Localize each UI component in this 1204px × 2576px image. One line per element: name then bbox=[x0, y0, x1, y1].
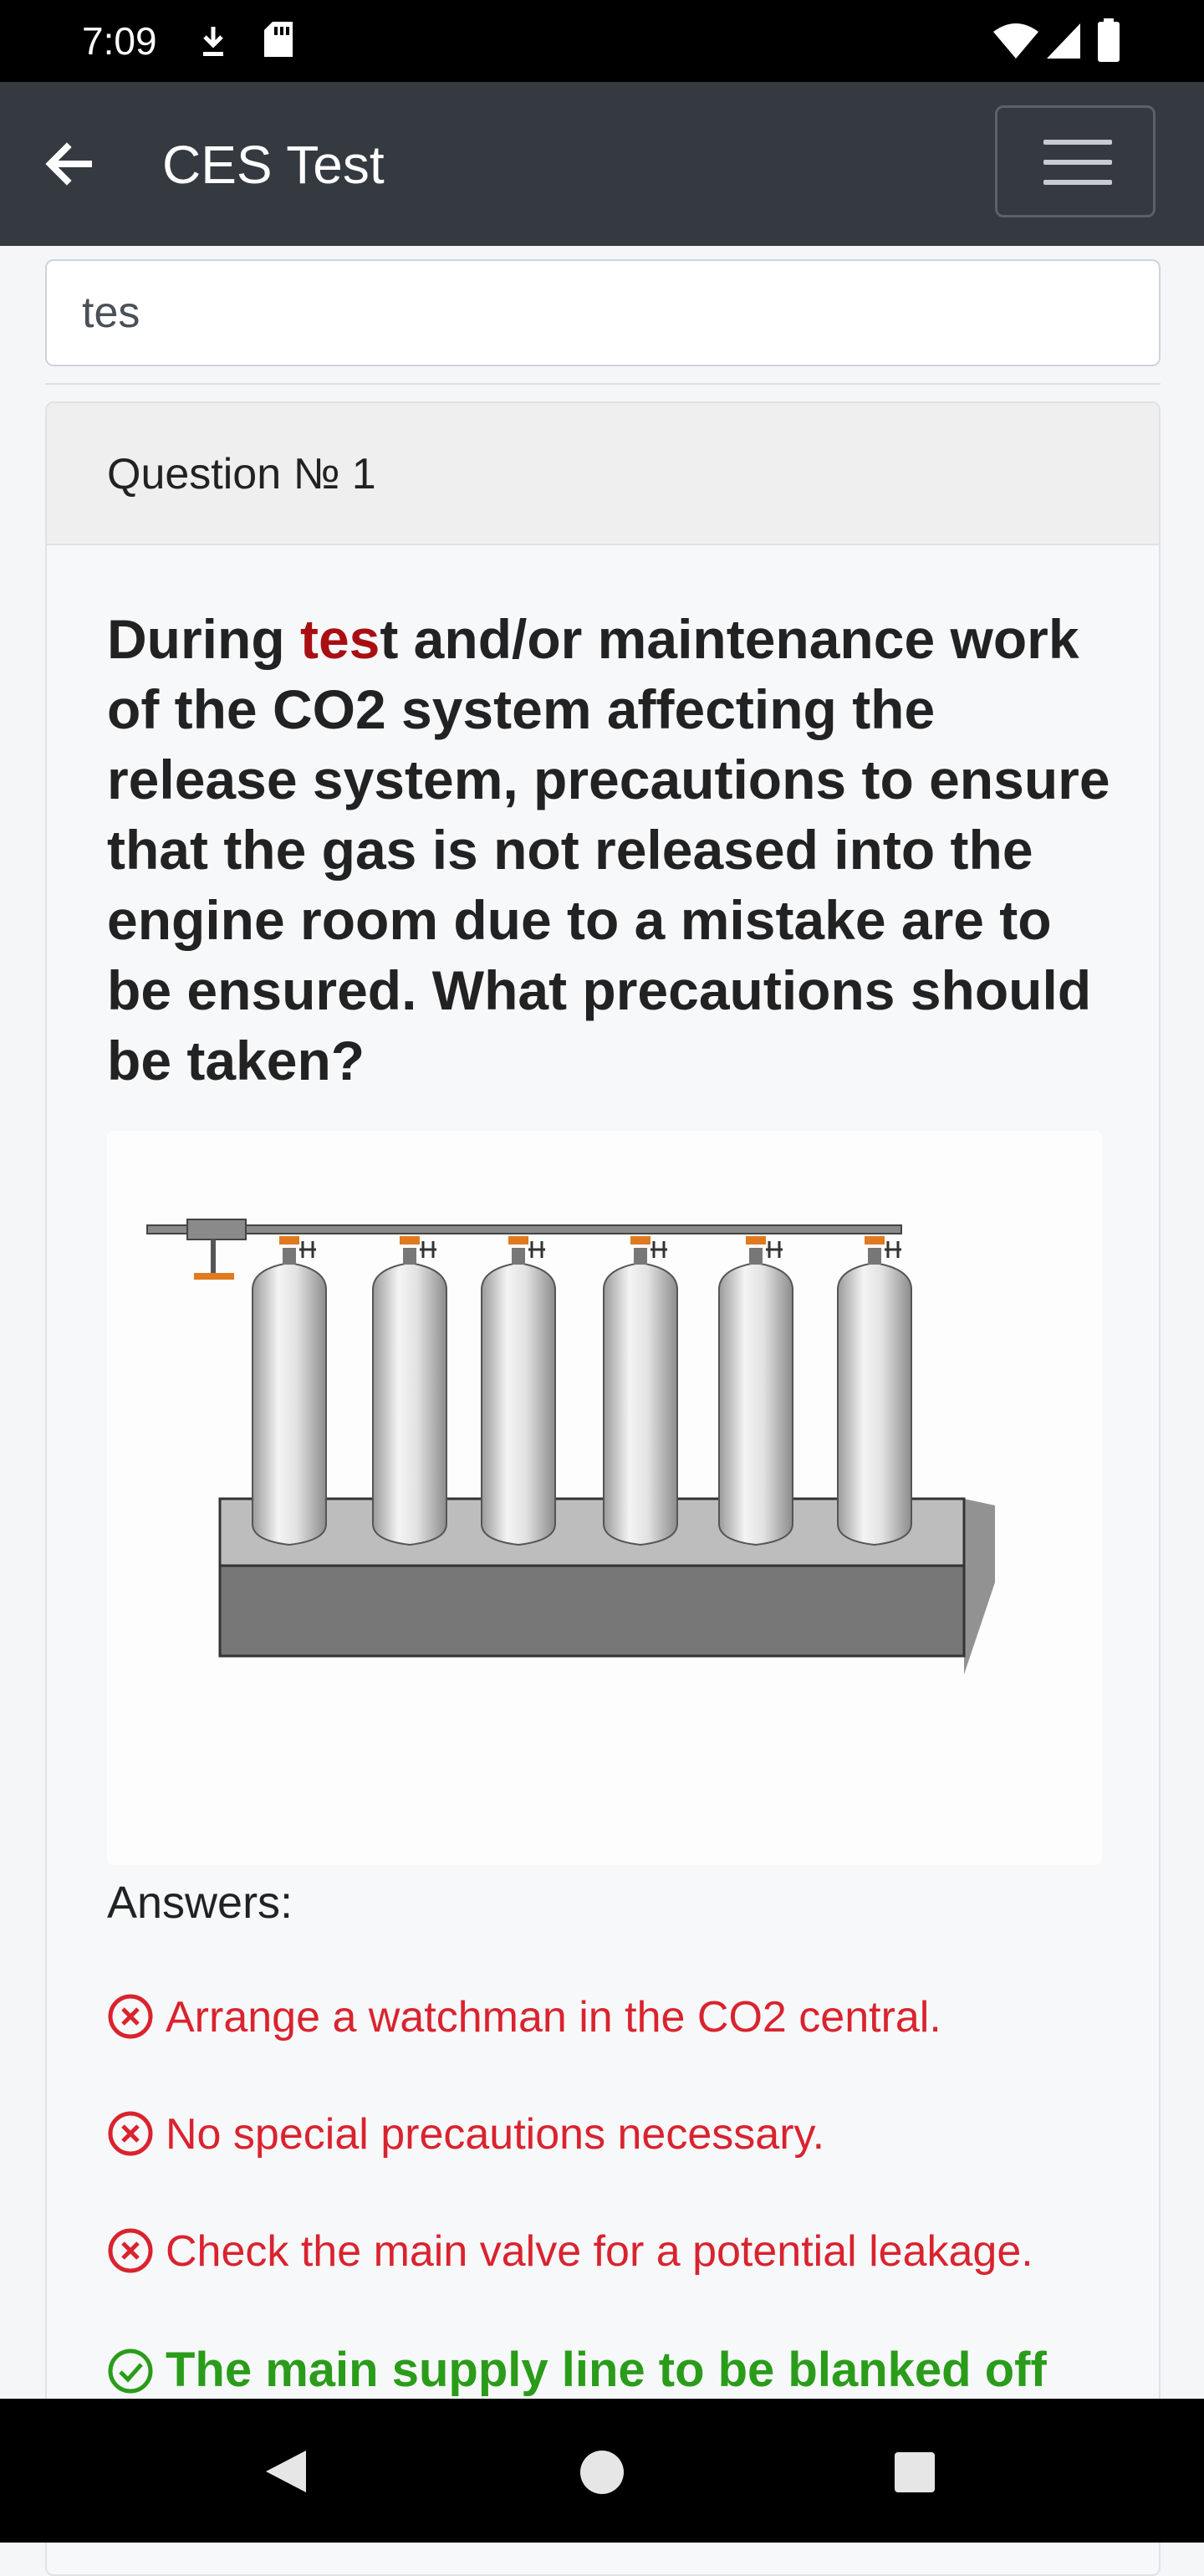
hamburger-menu-icon[interactable] bbox=[995, 105, 1156, 217]
incorrect-x-icon bbox=[108, 2111, 153, 2156]
question-number: Question № 1 bbox=[107, 450, 376, 498]
incorrect-x-icon bbox=[108, 1994, 153, 2039]
co2-cylinders-image bbox=[107, 1131, 1102, 1865]
incorrect-x-icon bbox=[108, 2228, 153, 2273]
divider bbox=[45, 383, 1161, 385]
correct-check-icon bbox=[108, 2349, 153, 2394]
app-title: CES Test bbox=[162, 135, 385, 195]
answer-text: Arrange a watchman in the CO2 central. bbox=[166, 1993, 941, 2042]
nav-recents-icon[interactable] bbox=[893, 2451, 936, 2494]
search-input[interactable] bbox=[45, 259, 1161, 366]
answer-text: Check the main valve for a potential lea… bbox=[166, 2227, 1033, 2276]
card-header: Question № 1 bbox=[47, 403, 1159, 545]
app-bar: CES Test bbox=[0, 82, 1204, 246]
battery-icon bbox=[1098, 18, 1120, 62]
question-text: During test and/or maintenance work of t… bbox=[107, 604, 1110, 1096]
sd-card-icon bbox=[264, 22, 293, 57]
question-card: Question № 1 During test and/or maintena… bbox=[45, 401, 1161, 2576]
wifi-icon bbox=[993, 23, 1038, 59]
system-navigation-bar bbox=[0, 2399, 1204, 2543]
nav-home-icon[interactable] bbox=[579, 2449, 625, 2496]
answer-option-3: Check the main valve for a potential lea… bbox=[107, 2226, 1033, 2277]
download-icon bbox=[203, 27, 223, 56]
answer-text: The main supply line to be blanked off bbox=[166, 2343, 1047, 2397]
answer-option-1: Arrange a watchman in the CO2 central. bbox=[107, 1992, 941, 2042]
answer-option-2: No special precautions necessary. bbox=[107, 2109, 824, 2159]
status-time: 7:09 bbox=[82, 19, 157, 63]
answer-option-4-correct: The main supply line to be blanked off bbox=[107, 2342, 1047, 2398]
search-highlight: tes bbox=[299, 608, 380, 670]
answers-label: Answers: bbox=[107, 1878, 293, 1928]
nav-back-icon[interactable] bbox=[261, 2447, 309, 2496]
status-bar: 7:09 bbox=[0, 0, 1204, 82]
answer-text: No special precautions necessary. bbox=[166, 2110, 825, 2159]
question-text-prefix: During bbox=[107, 608, 300, 670]
co2-cylinders-illustration bbox=[146, 1219, 995, 1674]
signal-icon bbox=[1047, 23, 1080, 59]
question-text-rest: t and/or maintenance work of the CO2 sys… bbox=[107, 608, 1110, 1091]
back-arrow-icon[interactable] bbox=[42, 137, 95, 191]
